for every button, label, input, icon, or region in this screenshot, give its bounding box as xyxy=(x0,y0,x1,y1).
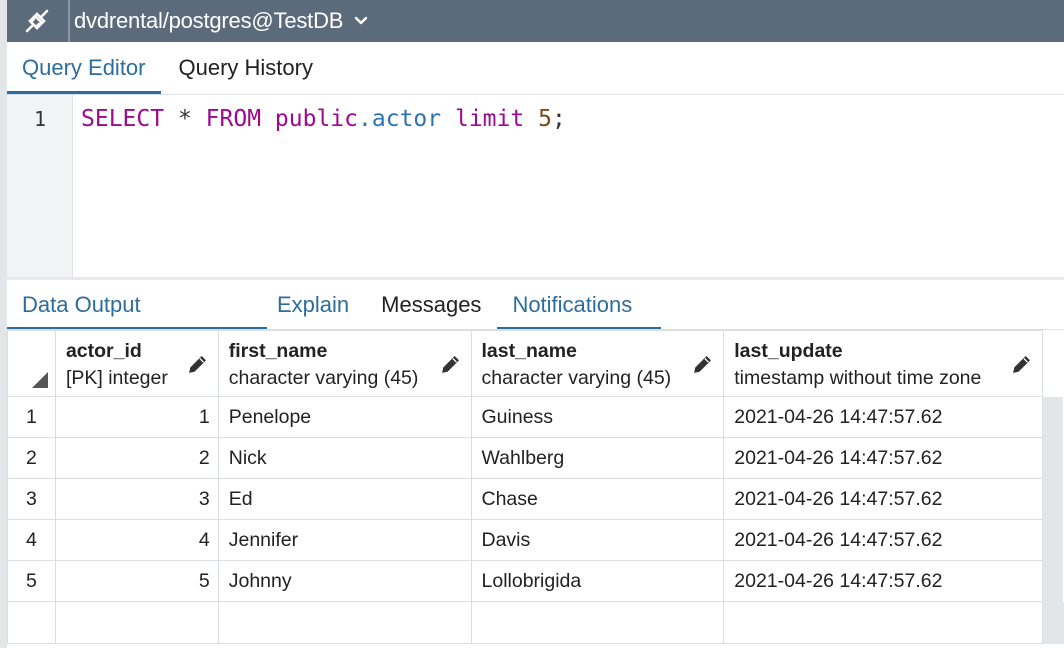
table-row[interactable]: 3 3 Ed Chase 2021-04-26 14:47:57.62 xyxy=(7,478,1064,520)
cell-actor-id[interactable]: 5 xyxy=(54,560,219,602)
pencil-icon[interactable] xyxy=(440,353,462,375)
semicolon: ; xyxy=(551,106,566,132)
cell-last-name[interactable]: Chase xyxy=(470,478,725,520)
sql-code-line[interactable]: SELECT * FROM public.actor limit 5; xyxy=(81,105,566,133)
tab-notifications[interactable]: Notifications xyxy=(497,280,662,330)
row-number[interactable]: 4 xyxy=(7,519,56,561)
cell-last-name[interactable]: Davis xyxy=(470,519,725,561)
header-filler xyxy=(1042,330,1064,397)
row-filler xyxy=(1042,478,1064,520)
cell-last-name[interactable]: Guiness xyxy=(470,396,725,438)
cell-last-update[interactable]: 2021-04-26 14:47:57.62 xyxy=(723,478,1043,520)
table-row[interactable]: 5 5 Johnny Lollobrigida 2021-04-26 14:47… xyxy=(7,560,1064,602)
tab-explain[interactable]: Explain xyxy=(267,280,365,330)
pencil-icon[interactable] xyxy=(187,353,209,375)
row-filler xyxy=(1042,560,1064,602)
row-number[interactable]: 5 xyxy=(7,560,56,602)
table-name: actor xyxy=(371,106,442,132)
cell-actor-id[interactable]: 3 xyxy=(54,478,219,520)
operator-star: * xyxy=(177,106,192,132)
cell-first-name[interactable]: Penelope xyxy=(217,396,472,438)
keyword-from: FROM xyxy=(205,106,262,132)
tab-query-history[interactable]: Query History xyxy=(161,42,328,94)
sql-editor[interactable]: 1 SELECT * FROM public.actor limit 5; xyxy=(7,95,1064,277)
cell-last-name[interactable]: Wahlberg xyxy=(470,437,725,479)
column-type: character varying (45) xyxy=(481,367,672,389)
keyword-limit: limit xyxy=(454,106,525,132)
column-type: character varying (45) xyxy=(228,367,419,389)
select-all-corner[interactable] xyxy=(7,330,56,397)
dot: . xyxy=(358,106,372,132)
empty-cell xyxy=(217,601,472,644)
cell-last-name[interactable]: Lollobrigida xyxy=(470,560,725,602)
row-filler xyxy=(1042,601,1064,644)
table-row[interactable]: 2 2 Nick Wahlberg 2021-04-26 14:47:57.62 xyxy=(7,437,1064,479)
column-name: last_update xyxy=(734,340,843,362)
cell-actor-id[interactable]: 4 xyxy=(54,519,219,561)
empty-row xyxy=(7,601,1064,644)
result-tabs: Data Output Explain Messages Notificatio… xyxy=(7,280,1064,330)
row-filler xyxy=(1042,396,1064,438)
schema-name: public xyxy=(274,106,359,132)
tab-query-editor[interactable]: Query Editor xyxy=(7,42,161,94)
row-number[interactable]: 1 xyxy=(7,396,56,438)
empty-cell xyxy=(54,601,219,644)
chevron-down-icon xyxy=(355,16,368,25)
table-row[interactable]: 1 1 Penelope Guiness 2021-04-26 14:47:57… xyxy=(7,396,1064,438)
line-number: 1 xyxy=(33,107,46,131)
header-row: actor_id [PK] integer first_name charact… xyxy=(7,330,1064,397)
tab-messages[interactable]: Messages xyxy=(365,280,497,330)
toolbar-divider xyxy=(68,0,70,42)
column-name: last_name xyxy=(481,340,577,362)
connection-bar: dvdrental/postgres@TestDB xyxy=(7,0,1064,42)
empty-cell xyxy=(723,601,1043,644)
row-filler xyxy=(1042,437,1064,479)
row-number[interactable]: 2 xyxy=(7,437,56,479)
cell-first-name[interactable]: Johnny xyxy=(217,560,472,602)
plug-icon[interactable] xyxy=(7,0,67,42)
column-header-actor-id[interactable]: actor_id [PK] integer xyxy=(54,330,219,397)
cell-first-name[interactable]: Ed xyxy=(217,478,472,520)
pencil-icon[interactable] xyxy=(692,353,714,375)
empty-cell xyxy=(470,601,725,644)
row-filler xyxy=(1042,519,1064,561)
editor-tabs: Query Editor Query History xyxy=(7,42,1064,94)
corner-triangle-icon xyxy=(32,372,48,388)
cell-last-update[interactable]: 2021-04-26 14:47:57.62 xyxy=(723,396,1043,438)
line-gutter: 1 xyxy=(7,95,73,277)
cell-actor-id[interactable]: 2 xyxy=(54,437,219,479)
pencil-icon[interactable] xyxy=(1011,353,1033,375)
cell-first-name[interactable]: Jennifer xyxy=(217,519,472,561)
column-name: first_name xyxy=(228,340,328,362)
cell-last-update[interactable]: 2021-04-26 14:47:57.62 xyxy=(723,437,1043,479)
cell-last-update[interactable]: 2021-04-26 14:47:57.62 xyxy=(723,560,1043,602)
table-row[interactable]: 4 4 Jennifer Davis 2021-04-26 14:47:57.6… xyxy=(7,519,1064,561)
connection-selector[interactable]: dvdrental/postgres@TestDB xyxy=(74,0,369,42)
empty-cell xyxy=(7,601,56,644)
tab-data-output[interactable]: Data Output xyxy=(7,280,267,330)
keyword-select: SELECT xyxy=(81,106,165,132)
column-header-last-name[interactable]: last_name character varying (45) xyxy=(470,330,725,397)
query-tool-panel: dvdrental/postgres@TestDB Query Editor Q… xyxy=(7,0,1064,648)
connection-title: dvdrental/postgres@TestDB xyxy=(74,8,344,33)
data-grid: actor_id [PK] integer first_name charact… xyxy=(7,330,1064,644)
cell-first-name[interactable]: Nick xyxy=(217,437,472,479)
cell-actor-id[interactable]: 1 xyxy=(54,396,219,438)
column-type: timestamp without time zone xyxy=(734,367,982,389)
row-number[interactable]: 3 xyxy=(7,478,56,520)
column-header-last-update[interactable]: last_update timestamp without time zone xyxy=(723,330,1043,397)
limit-number: 5 xyxy=(538,106,552,132)
column-header-first-name[interactable]: first_name character varying (45) xyxy=(217,330,472,397)
cell-last-update[interactable]: 2021-04-26 14:47:57.62 xyxy=(723,519,1043,561)
